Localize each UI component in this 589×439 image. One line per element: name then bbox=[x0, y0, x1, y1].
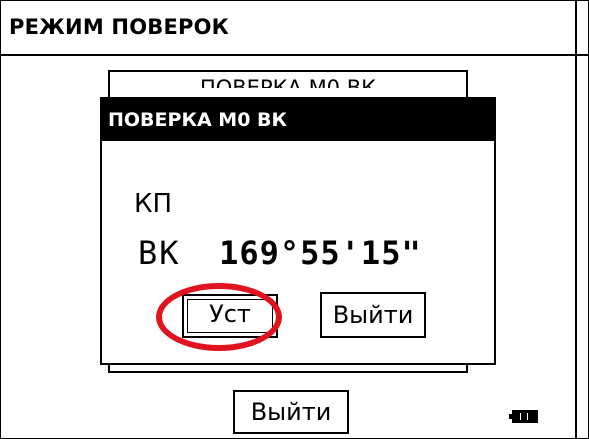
battery-full-icon bbox=[509, 410, 538, 423]
background-dialog-title: ПОВЕРКА М0 ВК bbox=[199, 76, 377, 88]
screen-right-border bbox=[575, 0, 577, 439]
vertical-angle-label: ВК bbox=[138, 234, 181, 272]
title-bar: РЕЖИМ ПОВЕРОК bbox=[1, 1, 588, 56]
vertical-angle-value: 169°55'15" bbox=[219, 234, 422, 272]
dialog-title: ПОВЕРКА М0 ВК bbox=[102, 99, 494, 141]
dialog-exit-button[interactable]: Выйти bbox=[320, 292, 426, 338]
highlight-circle bbox=[156, 283, 282, 351]
face-indicator: КП bbox=[134, 189, 173, 219]
main-exit-button[interactable]: Выйти bbox=[233, 390, 349, 434]
vertical-angle-readout: ВК 169°55'15" bbox=[138, 234, 422, 272]
page-title: РЕЖИМ ПОВЕРОК bbox=[9, 15, 230, 39]
